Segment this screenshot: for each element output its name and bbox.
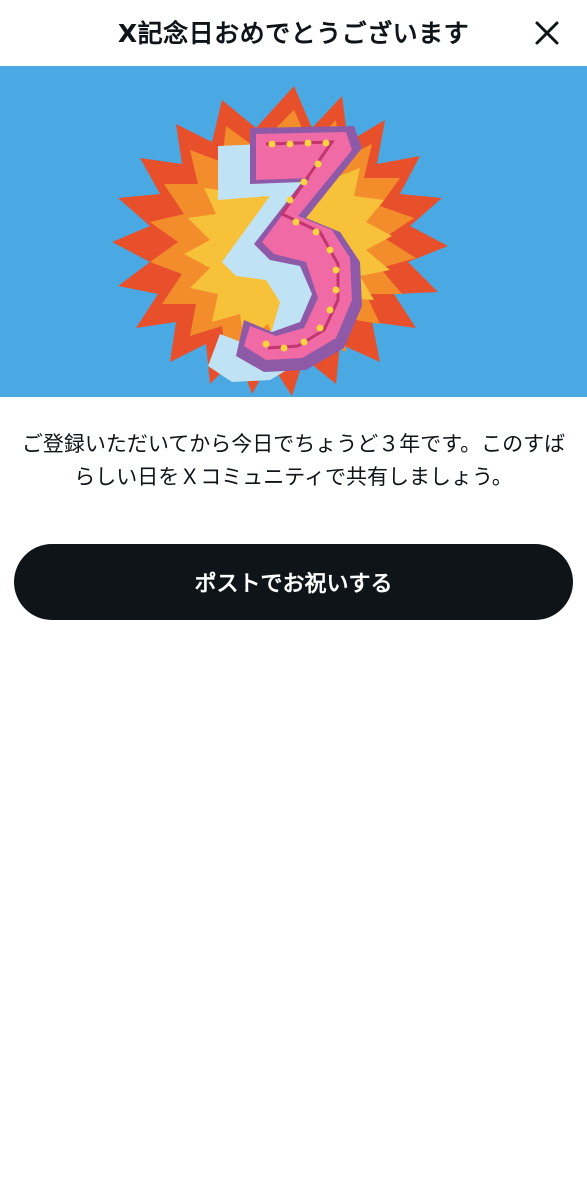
message-line-1: ご登録いただいてから今日でちょうど３年です。このすば [21, 432, 566, 456]
anniversary-message: ご登録いただいてから今日でちょうど３年です。このすば らしい日をＸコミュニティで… [16, 428, 571, 494]
close-button[interactable] [529, 15, 565, 51]
page-title: X記念日おめでとうございます [117, 19, 470, 48]
anniversary-banner [0, 66, 587, 397]
header: X記念日おめでとうございます [0, 0, 587, 66]
post-celebration-button[interactable]: ポストでお祝いする [14, 544, 573, 620]
anniversary-3-years-illustration [0, 66, 587, 397]
anniversary-screen: X記念日おめでとうございます ご登録いただいてから今日でちょうど３年です。このす… [0, 0, 587, 1200]
close-icon [535, 21, 559, 45]
message-line-2: らしい日をＸコミュニティで共有しましょう。 [74, 465, 513, 489]
